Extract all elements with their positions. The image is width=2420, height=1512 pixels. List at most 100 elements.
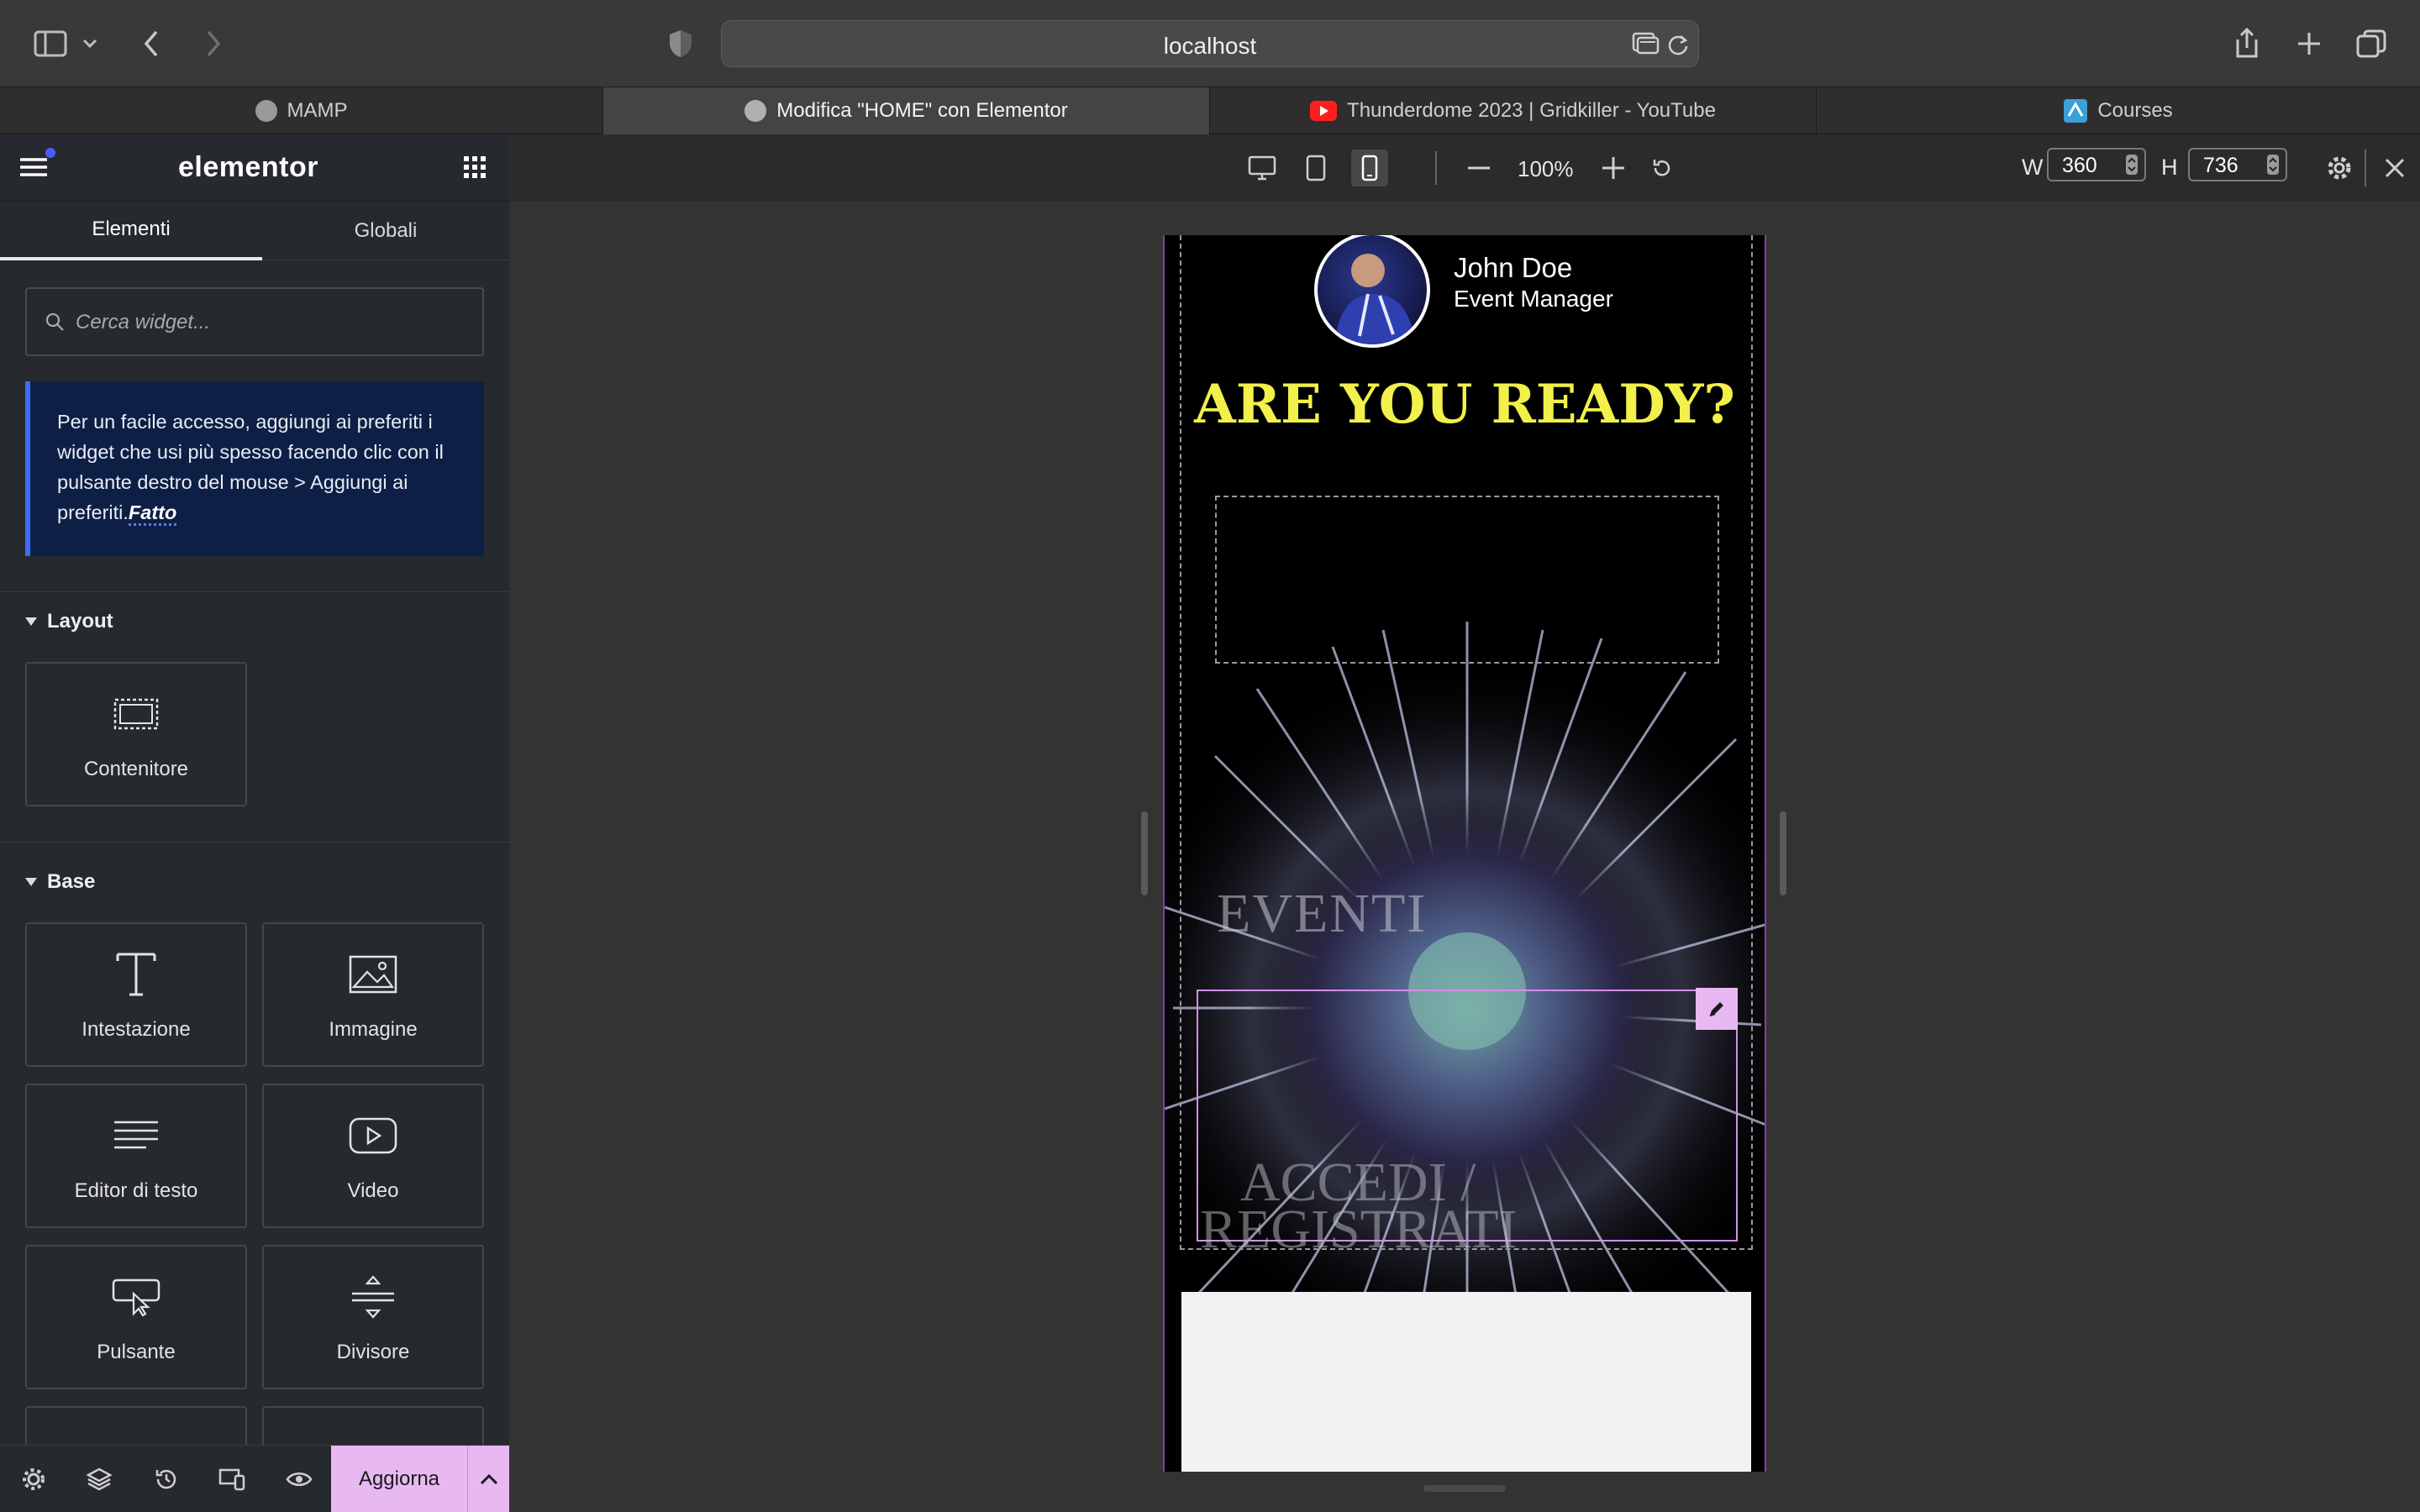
height-input[interactable]: 736 [2188,148,2287,181]
browser-toolbar: localhost [0,0,2420,87]
inner-container-outline[interactable] [1215,496,1719,664]
section-title: Base [47,870,96,893]
tab-globali[interactable]: Globali [262,202,509,260]
widget-divisore[interactable]: Divisore [262,1245,484,1389]
section-layout-header[interactable]: Layout [25,610,113,633]
menu-icon[interactable] [18,148,55,180]
heading-icon [27,949,245,1000]
widget-intestazione[interactable]: Intestazione [25,922,247,1067]
mamp-favicon-icon [744,100,767,122]
widget-editor-di-testo[interactable]: Editor di testo [25,1084,247,1228]
toolbar-separator [1435,151,1437,185]
widget-label: Divisore [336,1341,410,1363]
sidebar-toggle-icon[interactable] [32,25,69,62]
tip-done-link[interactable]: Fatto [128,501,177,526]
login-text: ACCEDI / REGISTRATI [1198,1155,1739,1260]
reload-icon[interactable] [1666,33,1690,56]
edit-widget-button[interactable] [1696,988,1738,1030]
login-widget-outline[interactable]: ACCEDI / REGISTRATI [1197,990,1738,1257]
zoom-level: 100% [1518,156,1574,181]
history-icon[interactable] [148,1461,185,1498]
widget-video[interactable]: Video [262,1084,484,1228]
url-text: localhost [1163,33,1257,59]
zoom-out-icon[interactable] [1460,150,1497,186]
section-divider [0,591,509,592]
caret-down-icon [25,617,37,626]
widgets-grid-icon[interactable] [462,155,487,180]
address-bar[interactable]: localhost [721,20,1699,67]
panel-header: elementor [0,134,509,202]
back-icon[interactable] [133,25,170,62]
widget-contenitore[interactable]: Contenitore [25,662,247,806]
privacy-shield-icon[interactable] [662,25,699,62]
layers-icon[interactable] [81,1461,118,1498]
gear-icon[interactable] [2321,150,2358,186]
elementor-logo: elementor [178,151,318,183]
button-icon [27,1272,245,1322]
tab-elementor[interactable]: Modifica "HOME" con Elementor [603,87,1210,134]
image-icon [264,949,482,1000]
browser-tab-bar: MAMP Modifica "HOME" con Elementor Thund… [0,87,2420,134]
width-input[interactable]: 360 [2047,148,2146,181]
text-editor-icon [27,1110,245,1161]
widget-pulsante[interactable]: Pulsante [25,1245,247,1389]
resize-handle-bottom[interactable] [1423,1485,1506,1492]
zoom-in-icon[interactable] [1595,150,1632,186]
close-icon[interactable] [2376,150,2413,186]
height-label: H [2161,155,2178,180]
elementor-panel: elementor Elementi Globali Per un facile… [0,134,509,1512]
reader-icon[interactable] [1631,31,1660,56]
tablet-device-icon[interactable] [1297,150,1334,186]
reset-zoom-icon[interactable] [1644,150,1681,186]
forward-icon[interactable] [195,25,232,62]
tip-text: Per un facile accesso, aggiungi ai prefe… [57,411,444,523]
content-section[interactable] [1181,1292,1751,1472]
widget-label: Pulsante [97,1341,176,1363]
stepper-icon[interactable] [2126,155,2138,175]
stepper-icon[interactable] [2267,155,2279,175]
chevron-down-icon[interactable] [77,25,103,62]
section-divider [0,842,509,843]
tab-youtube[interactable]: Thunderdome 2023 | Gridkiller - YouTube [1210,87,1817,134]
login-line-2: REGISTRATI [1200,1199,1518,1260]
container-icon [27,689,245,739]
width-label: W [2022,155,2044,180]
tab-label: MAMP [287,99,348,122]
preview-eye-icon[interactable] [281,1461,318,1498]
responsive-mode-icon[interactable] [213,1461,250,1498]
resize-handle-left[interactable] [1141,811,1148,895]
responsive-bar: 100% W 360 H 736 [509,134,2420,202]
update-button[interactable]: Aggiorna [331,1446,467,1512]
favorites-tip: Per un facile accesso, aggiungi ai prefe… [25,381,484,556]
panel-tabs: Elementi Globali [0,202,509,260]
resize-handle-right[interactable] [1780,811,1786,895]
pencil-icon [1709,1002,1723,1016]
desktop-device-icon[interactable] [1244,150,1281,186]
toolbar-separator [2365,150,2366,186]
mobile-device-icon[interactable] [1351,150,1388,186]
widget-label: Intestazione [82,1018,191,1041]
notification-dot [45,148,55,158]
publish-options-button[interactable] [467,1446,509,1512]
widget-search[interactable] [25,287,484,356]
tab-elementi[interactable]: Elementi [0,202,262,260]
tab-label: Thunderdome 2023 | Gridkiller - YouTube [1347,99,1716,122]
tab-overview-icon[interactable] [2353,25,2390,62]
settings-icon[interactable] [15,1461,52,1498]
search-input[interactable] [76,307,462,338]
divider-icon [264,1272,482,1322]
eventi-heading[interactable]: EVENTI [1217,882,1427,946]
new-tab-icon[interactable] [2291,25,2328,62]
section-base-header[interactable]: Base [25,870,95,894]
share-icon[interactable] [2228,25,2265,62]
widget-label: Immagine [329,1018,418,1041]
widget-label: Video [347,1179,399,1202]
width-value: 360 [2062,154,2097,177]
tab-mamp[interactable]: MAMP [0,87,603,134]
section-title: Layout [47,610,113,633]
mamp-favicon-icon [255,100,277,122]
courses-favicon-icon [2064,99,2088,123]
widget-immagine[interactable]: Immagine [262,922,484,1067]
tab-courses[interactable]: Courses [1817,87,2420,134]
search-icon [44,311,66,333]
